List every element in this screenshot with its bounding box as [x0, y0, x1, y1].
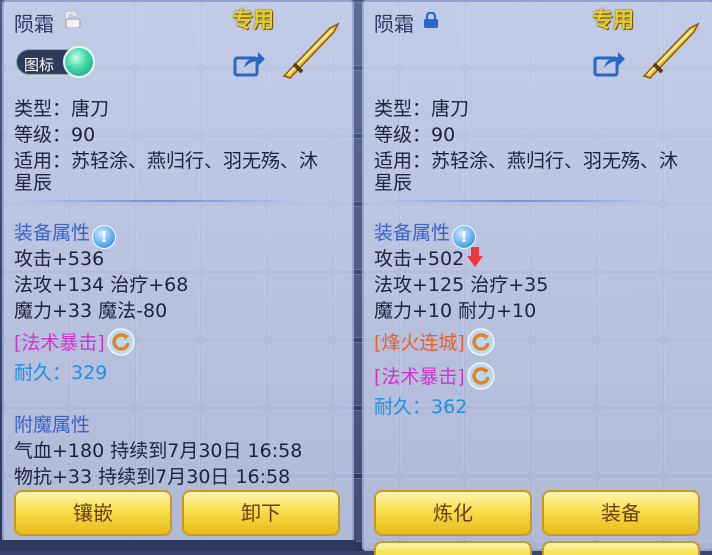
attack-stat: 攻击+502 [374, 244, 484, 271]
item-level: 等级：90 [14, 124, 96, 146]
compare-item-panel: 陨霜 专用 类型：唐刀 等级：90 适用：苏轻涂、燕归行、羽无殇、沐 星辰 装备… [362, 0, 712, 555]
mana-stat: 魔力+10 耐力+10 [374, 300, 537, 322]
magic-heal-stat: 法攻+134 治疗+68 [14, 274, 189, 296]
durability-value: 362 [431, 396, 468, 418]
lock-open-icon[interactable] [64, 12, 82, 28]
partial-button[interactable] [542, 541, 700, 555]
tang-blade-icon [642, 22, 700, 79]
mana-stat: 魔力+33 魔法-80 [14, 300, 168, 322]
durability-value: 329 [71, 362, 108, 384]
item-applies: 适用：苏轻涂、燕归行、羽无殇、沐 [14, 150, 319, 172]
durability: 耐久：362 [374, 392, 467, 419]
refresh-icon[interactable] [107, 328, 135, 356]
attack-stat: 攻击+536 [14, 248, 105, 270]
exclusive-tag: 专用 [232, 8, 274, 32]
durability-label: 耐久： [14, 362, 72, 384]
item-name: 陨霜 [14, 12, 54, 36]
tang-blade-icon [282, 22, 340, 79]
unequip-button[interactable]: 卸下 [182, 490, 340, 536]
item-name: 陨霜 [374, 12, 414, 36]
special-skill-text: [烽火连城] [374, 332, 465, 354]
divider [374, 200, 664, 202]
refine-button[interactable]: 炼化 [374, 490, 532, 536]
attr-heading-text: 装备属性 [14, 222, 91, 244]
item-type: 类型：唐刀 [14, 98, 110, 120]
bottom-strip [0, 540, 356, 551]
refresh-icon[interactable] [467, 362, 495, 390]
special-skill: [烽火连城] [374, 328, 495, 356]
toggle-label: 图标 [24, 56, 55, 74]
durability: 耐久：329 [14, 358, 107, 385]
enchant-line: 气血+180 持续到7月30日 16:58 [14, 440, 303, 462]
special-skill: [法术暴击] [14, 328, 135, 356]
inlay-button[interactable]: 镶嵌 [14, 490, 172, 536]
attack-stat-text: 攻击+502 [374, 248, 465, 270]
magic-heal-stat: 法攻+125 治疗+35 [374, 274, 549, 296]
durability-label: 耐久： [374, 396, 432, 418]
down-arrow-icon [467, 247, 484, 267]
item-applies-cont: 星辰 [14, 172, 53, 194]
share-icon[interactable] [232, 48, 266, 78]
icon-toggle[interactable]: 图标 [16, 46, 96, 78]
item-applies: 适用：苏轻涂、燕归行、羽无殇、沐 [374, 150, 679, 172]
exclusive-tag: 专用 [592, 8, 634, 32]
lock-closed-icon[interactable] [422, 12, 440, 28]
item-level: 等级：90 [374, 124, 456, 146]
special-skill-text: [法术暴击] [374, 366, 465, 388]
divider [14, 200, 304, 202]
special-skill: [法术暴击] [374, 362, 495, 390]
partial-button[interactable] [374, 541, 532, 555]
share-icon[interactable] [592, 48, 626, 78]
item-type: 类型：唐刀 [374, 98, 470, 120]
toggle-knob [63, 46, 95, 78]
equipped-item-panel: 陨霜 专用 图标 类型：唐刀 等级：90 适用：苏轻涂、燕归行、羽无殇、沐 星辰… [2, 0, 354, 551]
item-applies-cont: 星辰 [374, 172, 413, 194]
refresh-icon[interactable] [467, 328, 495, 356]
attr-heading-text: 装备属性 [374, 222, 451, 244]
equip-button[interactable]: 装备 [542, 490, 700, 536]
enchant-line: 物抗+33 持续到7月30日 16:58 [14, 466, 291, 488]
enchant-heading: 附魔属性 [14, 414, 91, 436]
special-skill-text: [法术暴击] [14, 332, 105, 354]
